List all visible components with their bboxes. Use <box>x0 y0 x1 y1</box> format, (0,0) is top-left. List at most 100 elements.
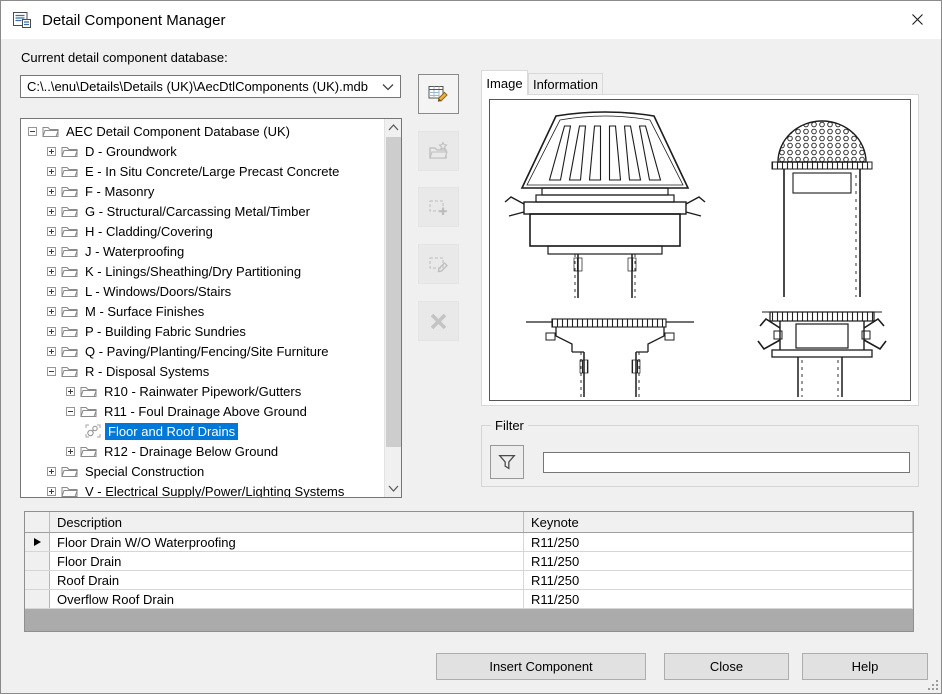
tree-item-label: L - Windows/Doors/Stairs <box>82 283 234 300</box>
tree-item-label: H - Cladding/Covering <box>82 223 216 240</box>
tree-item-label: Q - Paving/Planting/Fencing/Site Furnitu… <box>82 343 332 360</box>
tree-item[interactable]: L - Windows/Doors/Stairs <box>21 281 384 301</box>
tree-item[interactable]: D - Groundwork <box>21 141 384 161</box>
row-selector[interactable] <box>25 590 50 608</box>
titlebar: Detail Component Manager <box>1 1 941 39</box>
resize-grip-icon[interactable] <box>928 680 939 691</box>
tab-information[interactable]: Information <box>528 73 603 95</box>
tree-item[interactable]: J - Waterproofing <box>21 241 384 261</box>
filter-input[interactable] <box>543 452 910 473</box>
table-row[interactable]: Roof DrainR11/250 <box>25 571 913 590</box>
window-close-button[interactable] <box>894 1 941 38</box>
expand-plus-icon[interactable] <box>47 187 56 196</box>
tree-scrollbar[interactable] <box>384 119 401 497</box>
grid-header-keynote[interactable]: Keynote <box>524 512 913 532</box>
expand-plus-icon[interactable] <box>66 447 75 456</box>
keynote-cell[interactable]: R11/250 <box>524 590 913 608</box>
expand-plus-icon[interactable] <box>47 287 56 296</box>
tree-item[interactable]: AEC Detail Component Database (UK) <box>21 121 384 141</box>
insert-component-button[interactable]: Insert Component <box>436 653 646 680</box>
tree-item[interactable]: R - Disposal Systems <box>21 361 384 381</box>
edit-component-button <box>418 244 459 284</box>
tree-item[interactable]: R10 - Rainwater Pipework/Gutters <box>21 381 384 401</box>
expand-plus-icon[interactable] <box>66 387 75 396</box>
tree-item[interactable]: Floor and Roof Drains <box>21 421 384 441</box>
tree-item[interactable]: F - Masonry <box>21 181 384 201</box>
edit-component-icon <box>427 253 450 276</box>
folder-icon <box>61 204 78 218</box>
collapse-minus-icon[interactable] <box>28 127 37 136</box>
window-title: Detail Component Manager <box>42 12 225 29</box>
grid-header: Description Keynote <box>25 512 913 533</box>
expand-plus-icon[interactable] <box>47 267 56 276</box>
tree-item[interactable]: M - Surface Finishes <box>21 301 384 321</box>
close-button[interactable]: Close <box>664 653 789 680</box>
expand-plus-icon[interactable] <box>47 167 56 176</box>
tree-item-label: J - Waterproofing <box>82 243 187 260</box>
expand-plus-icon[interactable] <box>47 307 56 316</box>
folder-icon <box>61 324 78 338</box>
row-selector[interactable] <box>25 533 50 551</box>
tree-item-label: M - Surface Finishes <box>82 303 207 320</box>
tree-item[interactable]: P - Building Fabric Sundries <box>21 321 384 341</box>
expand-plus-icon[interactable] <box>47 247 56 256</box>
keynote-cell[interactable]: R11/250 <box>524 571 913 589</box>
table-row[interactable]: Overflow Roof DrainR11/250 <box>25 590 913 609</box>
tree-item-label: Special Construction <box>82 463 207 480</box>
grid-selector-header <box>25 512 50 532</box>
edit-database-button[interactable] <box>418 74 459 114</box>
row-selector[interactable] <box>25 571 50 589</box>
expand-plus-icon[interactable] <box>47 227 56 236</box>
expand-plus-icon[interactable] <box>47 327 56 336</box>
tree-item[interactable]: E - In Situ Concrete/Large Precast Concr… <box>21 161 384 181</box>
table-row[interactable]: Floor DrainR11/250 <box>25 552 913 571</box>
expand-plus-icon[interactable] <box>47 347 56 356</box>
tree-item[interactable]: G - Structural/Carcassing Metal/Timber <box>21 201 384 221</box>
keynote-cell[interactable]: R11/250 <box>524 552 913 570</box>
collapse-minus-icon[interactable] <box>47 367 56 376</box>
description-cell[interactable]: Floor Drain <box>50 552 524 570</box>
scrollbar-thumb[interactable] <box>386 137 401 447</box>
tree-item[interactable]: H - Cladding/Covering <box>21 221 384 241</box>
tree-item-label: G - Structural/Carcassing Metal/Timber <box>82 203 313 220</box>
tree-item[interactable]: Q - Paving/Planting/Fencing/Site Furnitu… <box>21 341 384 361</box>
scroll-up-icon[interactable] <box>385 119 402 136</box>
folder-icon <box>61 484 78 498</box>
description-cell[interactable]: Roof Drain <box>50 571 524 589</box>
tree-item[interactable]: K - Linings/Sheathing/Dry Partitioning <box>21 261 384 281</box>
expand-plus-icon[interactable] <box>47 147 56 156</box>
category-tree[interactable]: AEC Detail Component Database (UK)D - Gr… <box>20 118 402 498</box>
expand-plus-icon[interactable] <box>47 207 56 216</box>
tree-item[interactable]: Special Construction <box>21 461 384 481</box>
folder-icon <box>61 284 78 298</box>
tab-image[interactable]: Image <box>481 70 528 95</box>
tree-item-label: E - In Situ Concrete/Large Precast Concr… <box>82 163 342 180</box>
description-cell[interactable]: Floor Drain W/O Waterproofing <box>50 533 524 551</box>
help-button[interactable]: Help <box>802 653 928 680</box>
app-icon <box>12 10 33 31</box>
scroll-down-icon[interactable] <box>385 480 402 497</box>
row-selector[interactable] <box>25 552 50 570</box>
folder-icon <box>80 444 97 458</box>
description-cell[interactable]: Overflow Roof Drain <box>50 590 524 608</box>
tree-item[interactable]: R12 - Drainage Below Ground <box>21 441 384 461</box>
folder-icon <box>61 364 78 378</box>
collapse-minus-icon[interactable] <box>66 407 75 416</box>
database-combobox[interactable]: C:\..\enu\Details\Details (UK)\AecDtlCom… <box>20 75 401 98</box>
tree-item[interactable]: R11 - Foul Drainage Above Ground <box>21 401 384 421</box>
table-row[interactable]: Floor Drain W/O WaterproofingR11/250 <box>25 533 913 552</box>
tree-item-label: AEC Detail Component Database (UK) <box>63 123 293 140</box>
close-icon <box>910 12 925 27</box>
tree-item[interactable]: V - Electrical Supply/Power/Lighting Sys… <box>21 481 384 498</box>
grid-header-description[interactable]: Description <box>50 512 524 532</box>
tree-item-label: Floor and Roof Drains <box>105 423 238 440</box>
filter-funnel-icon <box>496 451 518 473</box>
tree-item-label: R - Disposal Systems <box>82 363 212 380</box>
keynote-cell[interactable]: R11/250 <box>524 533 913 551</box>
folder-icon <box>61 164 78 178</box>
tree-item-label: V - Electrical Supply/Power/Lighting Sys… <box>82 483 347 499</box>
preview-floor-drain <box>526 319 694 397</box>
expand-plus-icon[interactable] <box>47 487 56 496</box>
apply-filter-button[interactable] <box>490 445 524 479</box>
expand-plus-icon[interactable] <box>47 467 56 476</box>
